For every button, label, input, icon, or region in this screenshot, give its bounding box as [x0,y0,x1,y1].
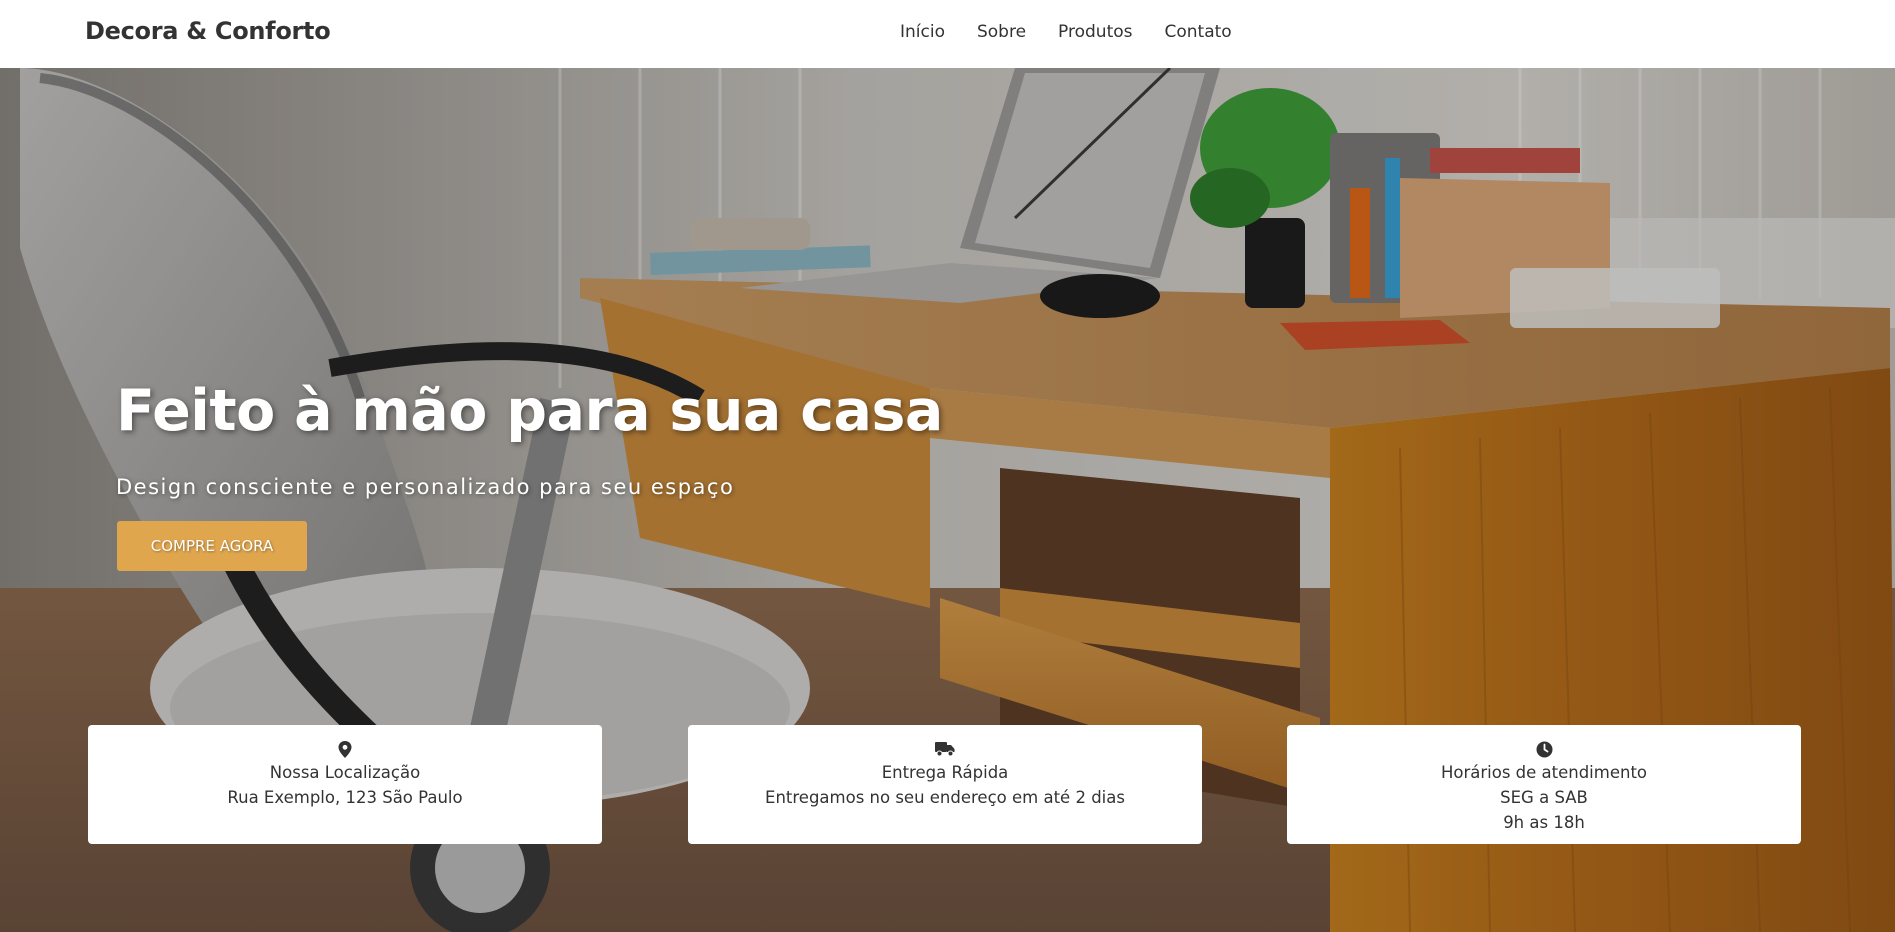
card-title: Entrega Rápida [881,763,1009,782]
card-text: Entregamos no seu endereço em até 2 dias [765,788,1125,807]
nav-link-produtos[interactable]: Produtos [1058,22,1132,42]
brand-logo[interactable]: Decora & Conforto [85,17,331,45]
location-pin-icon [88,741,602,759]
nav-link-contato[interactable]: Contato [1165,22,1232,42]
nav-link-sobre[interactable]: Sobre [977,22,1026,42]
hero-title: Feito à mão para sua casa [116,378,943,444]
info-card-hours: Horários de atendimento SEG a SAB 9h as … [1287,725,1801,844]
truck-icon [688,741,1202,759]
site-header: Decora & Conforto Início Sobre Produtos … [0,0,1895,68]
hero-subtitle: Design consciente e personalizado para s… [116,475,735,499]
main-nav: Início Sobre Produtos Contato [900,22,1264,42]
info-card-delivery: Entrega Rápida Entregamos no seu endereç… [688,725,1202,844]
card-text: 9h as 18h [1503,813,1585,832]
clock-icon [1287,741,1801,759]
card-title: Horários de atendimento [1440,763,1648,782]
card-text: SEG a SAB [1500,788,1588,807]
card-text: Rua Exemplo, 123 São Paulo [227,788,463,807]
buy-now-button[interactable]: COMPRE AGORA [117,521,307,571]
nav-link-inicio[interactable]: Início [900,22,945,42]
card-title: Nossa Localização [269,763,421,782]
info-card-location: Nossa Localização Rua Exemplo, 123 São P… [88,725,602,844]
